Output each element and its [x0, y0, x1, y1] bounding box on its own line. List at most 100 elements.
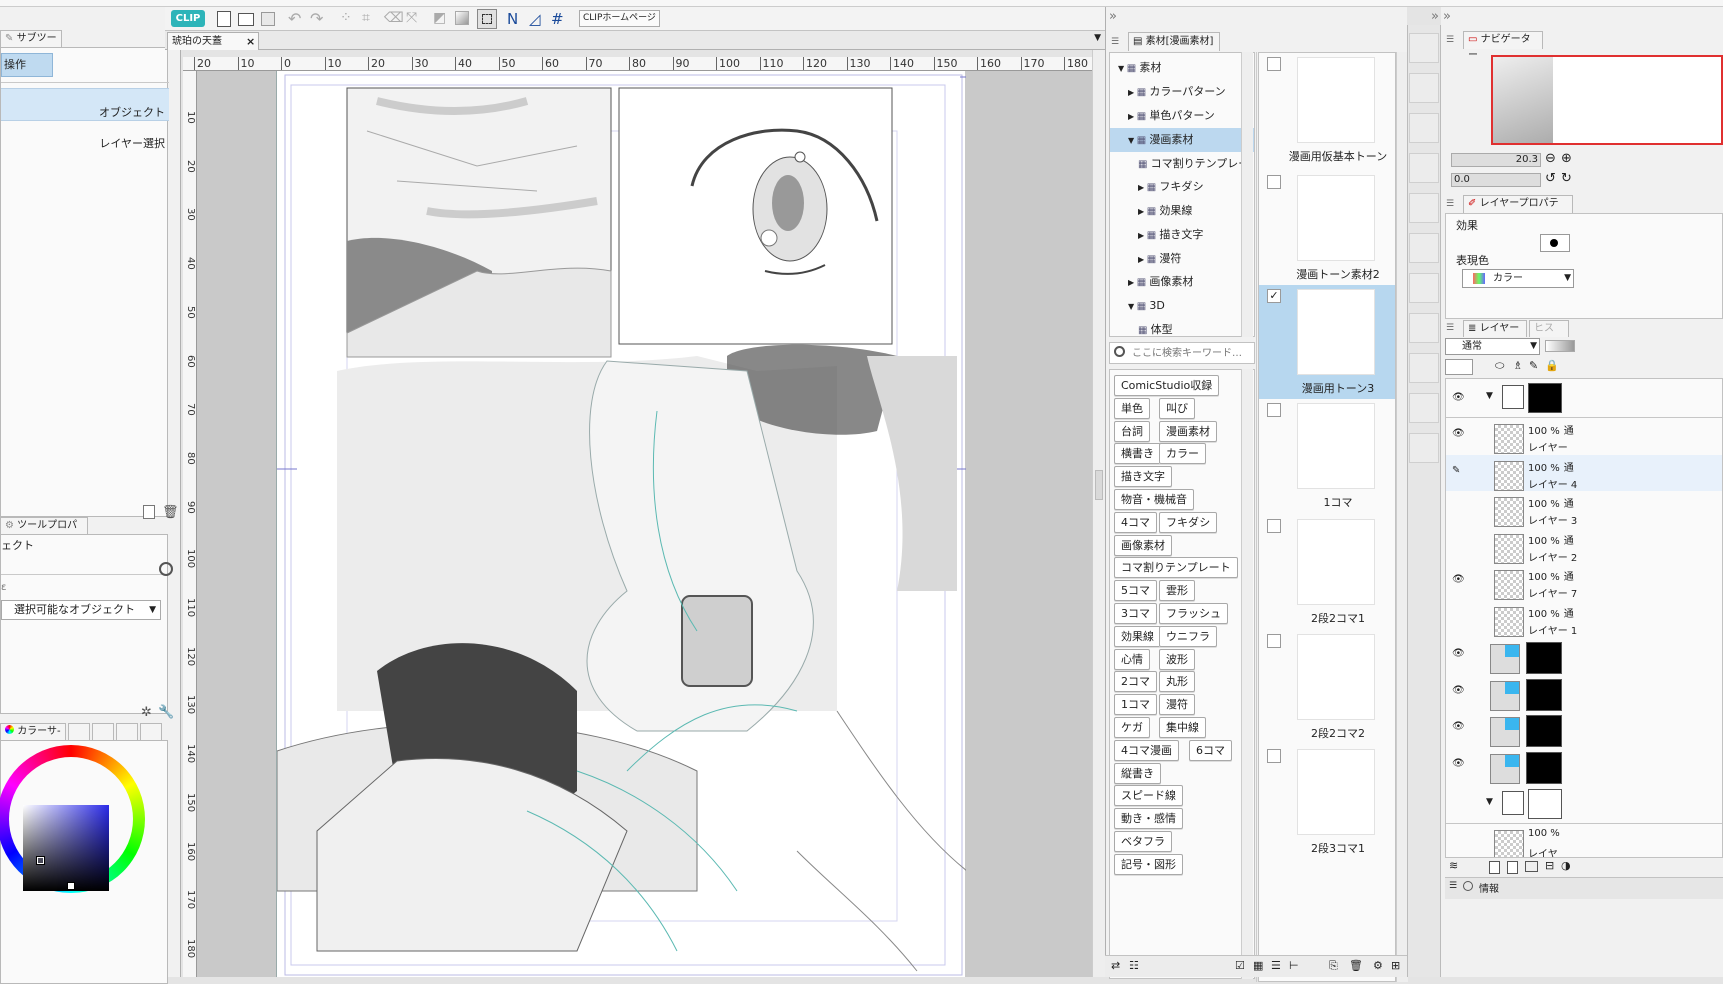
tab-material[interactable]: ▤ 素材[漫画素材] — [1128, 32, 1220, 51]
reset-icon[interactable]: ✲ — [141, 705, 152, 720]
material-tag[interactable]: 叫び — [1159, 397, 1195, 419]
expand-arrow-icon[interactable]: ▼ — [1118, 64, 1127, 73]
material-tag[interactable]: 6コマ — [1189, 739, 1232, 761]
rotate-right-icon[interactable]: ↻ — [1561, 171, 1572, 186]
expand-arrow-icon[interactable]: ▶ — [1138, 231, 1147, 240]
tab-color-circle[interactable]: カラーサ- — [0, 723, 66, 740]
view-grid-icon[interactable]: ▦ — [1253, 959, 1263, 972]
subtool-layer-select[interactable]: レイヤー選択 — [1, 122, 169, 152]
tree-scrollbar[interactable] — [1241, 52, 1253, 337]
layer-name[interactable]: レイヤー 3 — [1528, 512, 1577, 527]
material-tag[interactable]: 台詞 — [1114, 420, 1150, 442]
eye-icon[interactable]: 👁 — [1452, 392, 1465, 403]
expression-color-dropdown[interactable]: カラー ▼ — [1462, 269, 1574, 288]
new-file-icon[interactable] — [217, 11, 231, 27]
expand-arrow-icon[interactable]: ▶ — [1128, 88, 1137, 97]
material-tag[interactable]: 漫符 — [1159, 694, 1195, 716]
layers-stack-icon[interactable]: ≋ — [1449, 859, 1458, 872]
pose-icon[interactable] — [1409, 433, 1439, 463]
material-tree-item[interactable]: ▼ ▦ 素材 — [1110, 56, 1254, 80]
splitter[interactable] — [1256, 52, 1257, 982]
material-tag[interactable]: 集中線 — [1159, 717, 1206, 738]
material-checkbox[interactable] — [1267, 57, 1281, 71]
blend-mode-dropdown[interactable]: 通常 ▼ — [1445, 338, 1540, 355]
panel-menu-icon[interactable]: ☰ — [1449, 881, 1457, 891]
panel-menu-icon[interactable]: ☰ — [1446, 199, 1454, 209]
expand-arrow-icon[interactable]: ▶ — [1128, 278, 1137, 287]
material-tree-item[interactable]: ▶ ▦ カラーパターン — [1110, 80, 1254, 104]
expand-arrow-icon[interactable]: ▼ — [1128, 302, 1137, 311]
mask-layer-icon[interactable]: ◑ — [1561, 859, 1571, 872]
material-item[interactable]: 2段3コマ1 — [1259, 745, 1395, 859]
material-tag[interactable]: 5コマ — [1114, 580, 1157, 602]
material-checkbox[interactable] — [1267, 403, 1281, 417]
material-move-icon[interactable]: ⇄ — [1111, 959, 1120, 972]
material-tag[interactable]: ウニフラ — [1159, 625, 1217, 647]
clip-logo-button[interactable]: CLIP — [171, 10, 205, 27]
material-tree-item[interactable]: ▶ ▦ フキダシ — [1110, 175, 1254, 199]
document-tab[interactable]: 琥珀の天蓋 × — [167, 32, 259, 50]
zoom-out-icon[interactable]: ⊖ — [1545, 151, 1556, 166]
subtool-object[interactable]: オブジェクト — [1, 88, 169, 121]
tab-history[interactable]: ヒス — [1529, 320, 1569, 337]
material-tag[interactable]: 単色 — [1114, 397, 1150, 419]
ruler-snap-icon[interactable]: N — [507, 10, 518, 28]
hue-handle[interactable] — [67, 882, 75, 890]
material-tag[interactable]: 1コマ — [1114, 694, 1157, 716]
expand-left-icon[interactable]: » — [1109, 9, 1117, 24]
panel-menu-icon[interactable]: ☰ — [1111, 37, 1119, 47]
tab-subtool[interactable]: ✎ サブツール — [0, 30, 62, 60]
3d-icon[interactable] — [1409, 393, 1439, 423]
tab-approx-color[interactable] — [140, 723, 162, 740]
tab-color-slider[interactable] — [68, 723, 90, 740]
material-tag[interactable]: 心情 — [1114, 648, 1150, 670]
material-tag[interactable]: 横書き — [1114, 443, 1161, 465]
zoom-slider[interactable]: 20.3 — [1451, 153, 1541, 167]
material-tag[interactable]: 画像素材 — [1114, 534, 1172, 556]
layer-name[interactable]: レイヤー 1 — [1528, 622, 1577, 637]
layer-row[interactable]: ✎ 100 % 通レイヤー 4 — [1446, 454, 1722, 494]
sub-view-icon[interactable] — [1409, 33, 1439, 63]
tone-layer-row[interactable]: 👁 — [1446, 638, 1722, 677]
layer-name[interactable]: レイヤ — [1528, 845, 1558, 857]
zoom-in-icon[interactable]: ⊕ — [1561, 151, 1572, 166]
view-checkbox-icon[interactable]: ☑ — [1235, 959, 1245, 972]
undo-icon[interactable]: ↶ — [288, 9, 301, 28]
erase-selection-icon[interactable]: ⌫ — [384, 10, 404, 26]
transform-icon[interactable]: ⁘ — [340, 10, 352, 26]
eye-icon[interactable]: 👁 — [1452, 648, 1465, 659]
material-add-icon[interactable]: ⊞ — [1391, 959, 1400, 972]
grid-snap-icon[interactable]: # — [551, 10, 564, 28]
selectable-object-dropdown[interactable]: 選択可能なオブジェクト ▼ — [1, 600, 161, 620]
material-tree-item[interactable]: ▶ ▦ 単色パターン — [1110, 104, 1254, 128]
material-tag[interactable]: 描き文字 — [1114, 466, 1172, 488]
search-icon[interactable] — [159, 562, 173, 576]
tab-list-chevron-icon[interactable]: ▼ — [1094, 33, 1101, 43]
clip-layer-icon[interactable]: ⬭ — [1495, 359, 1504, 373]
navigator-preview[interactable] — [1491, 55, 1723, 145]
expand-arrow-icon[interactable]: ▶ — [1128, 112, 1137, 121]
material-tag[interactable]: 2コマ — [1114, 671, 1157, 693]
material-settings-icon[interactable]: ⚙ — [1373, 959, 1383, 972]
paste-icon[interactable]: ⎘ — [1329, 959, 1338, 973]
material-item[interactable]: 1コマ — [1259, 399, 1395, 513]
material-tree-item[interactable]: ▦ コマ割りテンプレー — [1110, 152, 1254, 176]
layer-row[interactable]: 👁 100 % 通レイヤー 7 — [1446, 564, 1722, 604]
material-checkbox[interactable]: ✓ — [1267, 289, 1281, 303]
eye-icon[interactable]: 👁 — [1452, 721, 1465, 732]
reference-layer-icon[interactable]: ♗ — [1513, 359, 1523, 372]
material-tag[interactable]: 縦書き — [1114, 762, 1161, 784]
expand-right-icon[interactable]: » — [1431, 9, 1439, 24]
new-raster-layer-icon[interactable] — [1489, 861, 1500, 874]
layer-name[interactable]: レイヤー 2 — [1528, 549, 1577, 564]
material-tree-item[interactable]: ▼ ▦ 3D — [1110, 294, 1254, 318]
expand-arrow-icon[interactable]: ▶ — [1138, 183, 1147, 192]
tab-color-set[interactable] — [92, 723, 114, 740]
tree-view-icon[interactable]: ⊢ — [1289, 959, 1299, 972]
chevron-down-icon[interactable]: ▼ — [1486, 797, 1493, 807]
material-tag[interactable]: 漫画素材 — [1159, 420, 1217, 442]
material-item[interactable]: 漫画用仮基本トーン — [1259, 53, 1395, 167]
material-tree-item[interactable]: ▶ ▦ 画像素材 — [1110, 270, 1254, 294]
material-merge-icon[interactable] — [1409, 113, 1439, 143]
settings-wrench-icon[interactable]: 🔧 — [158, 705, 174, 720]
